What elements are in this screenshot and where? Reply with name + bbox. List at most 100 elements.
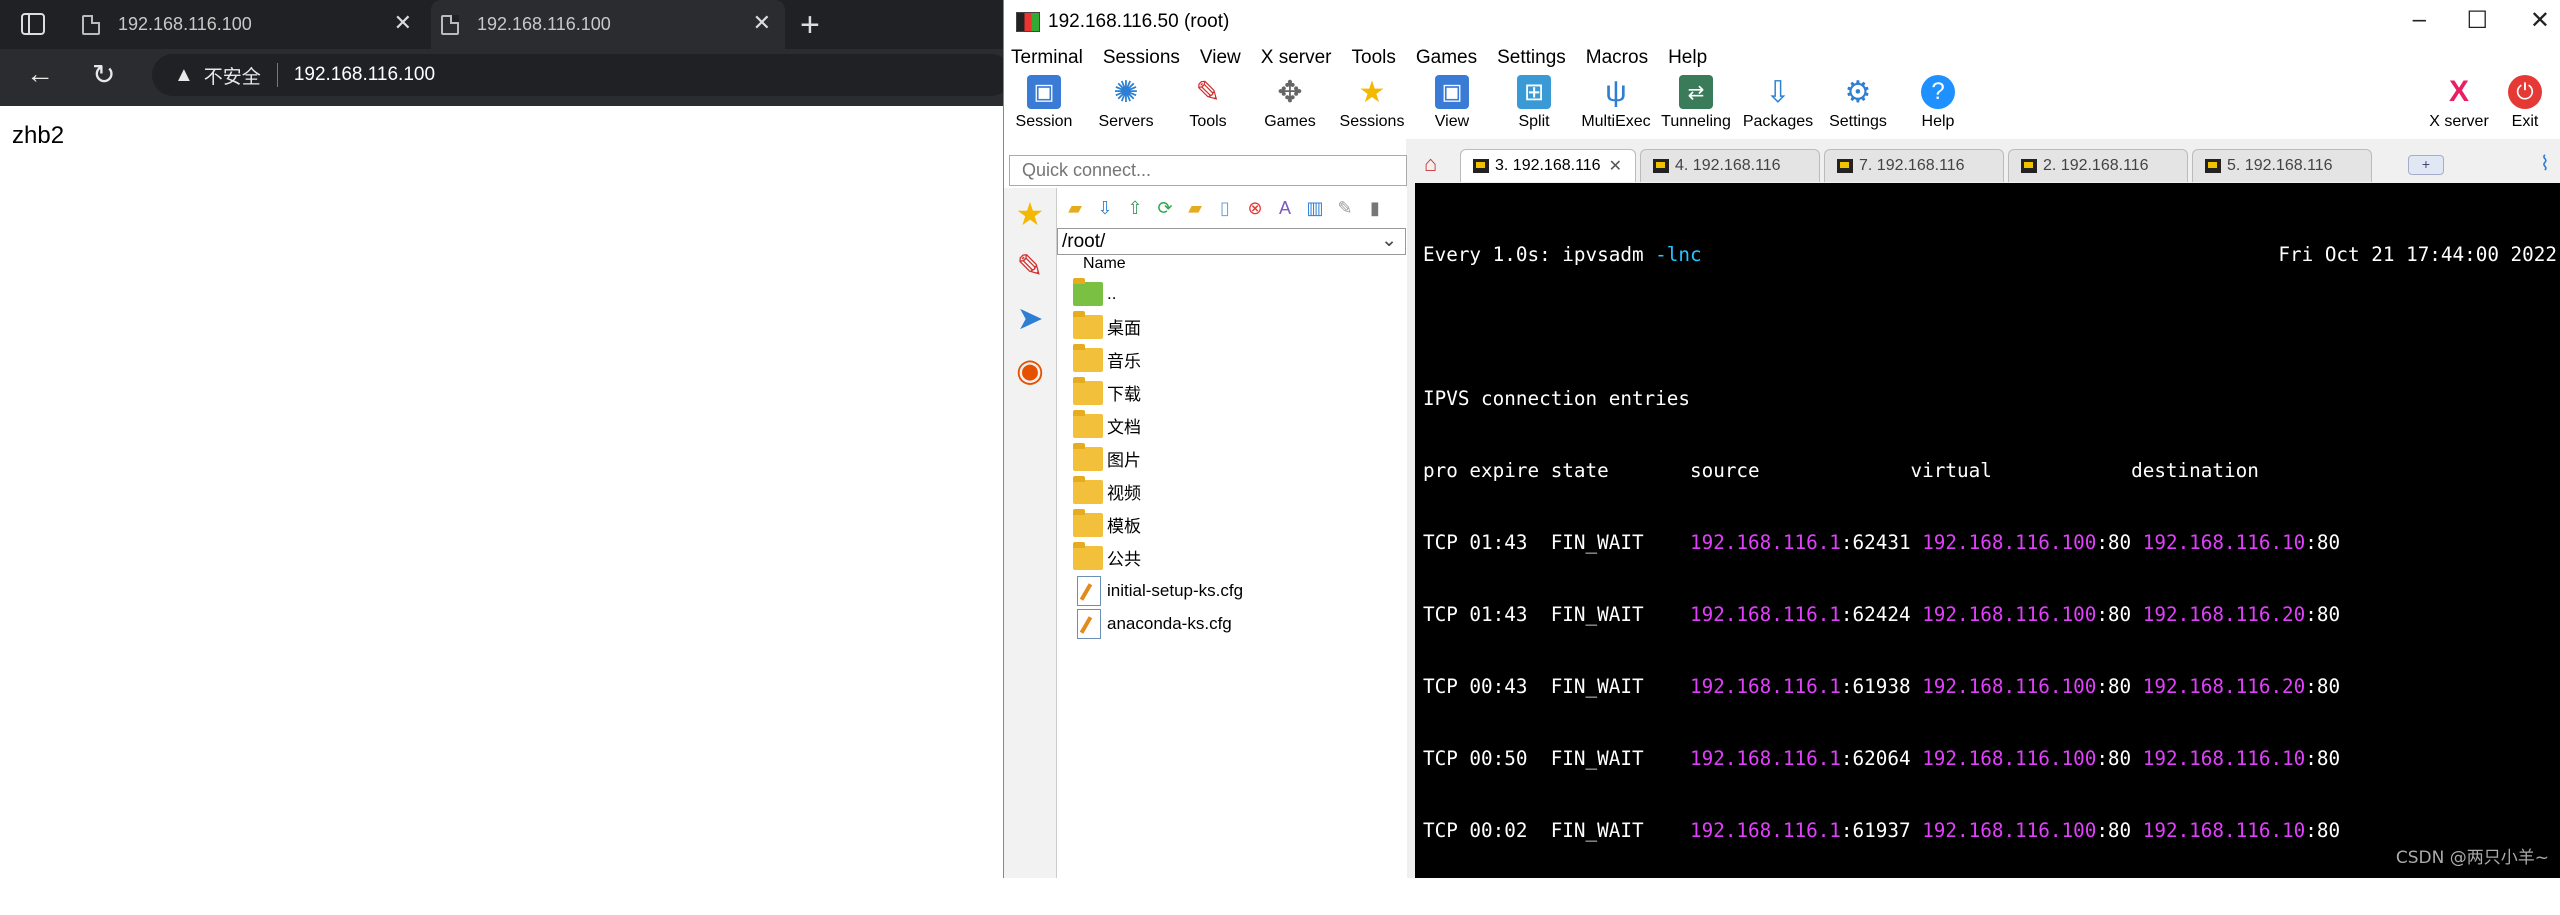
- session-tab[interactable]: 7. 192.168.116: [1824, 149, 2004, 182]
- terminal-row: TCP 01:43 FIN_WAIT 192.168.116.1:62424 1…: [1423, 603, 2341, 626]
- terminal-row: TCP 00:50 FIN_WAIT 192.168.116.1:62064 1…: [1423, 747, 2341, 770]
- title-bar: 192.168.116.50 (root) – ☐ ✕: [1004, 0, 2560, 44]
- power-icon: ⏻: [2508, 75, 2542, 109]
- browser-tab-active[interactable]: 192.168.116.100 ✕: [431, 0, 785, 49]
- back-icon[interactable]: ←: [26, 58, 54, 90]
- menu-settings[interactable]: Settings: [1497, 47, 1566, 69]
- session-tab[interactable]: 3. 192.168.116 ✕: [1460, 149, 1636, 182]
- window-title: 192.168.116.50 (root): [1048, 11, 1230, 32]
- more-icon[interactable]: ▮: [1363, 196, 1387, 220]
- minimize-icon[interactable]: –: [2413, 6, 2426, 34]
- menu-macros[interactable]: Macros: [1586, 47, 1648, 69]
- terminal-icon: [1473, 159, 1489, 173]
- new-tab-icon[interactable]: +: [800, 6, 820, 45]
- terminal-icon: [1837, 159, 1853, 173]
- tools-icon[interactable]: ✎: [1010, 246, 1050, 286]
- browser-tab[interactable]: 192.168.116.100 ✕: [72, 0, 426, 49]
- close-icon[interactable]: ✕: [2530, 6, 2550, 35]
- download-icon[interactable]: ⇩: [1093, 196, 1117, 220]
- home-icon[interactable]: ⌂: [1424, 151, 1437, 177]
- tools-icon: ✎: [1195, 75, 1221, 109]
- menu-help[interactable]: Help: [1668, 47, 1707, 69]
- split-button[interactable]: ⊞ Split: [1494, 75, 1574, 131]
- reload-icon[interactable]: ↻: [92, 58, 115, 91]
- menu-terminal[interactable]: Terminal: [1011, 47, 1083, 69]
- column-header-name[interactable]: Name: [1057, 255, 1407, 277]
- delete-icon[interactable]: ⊗: [1243, 196, 1267, 220]
- menu-xserver[interactable]: X server: [1261, 47, 1332, 69]
- url-text[interactable]: 192.168.116.100: [294, 64, 435, 86]
- browser-window: 192.168.116.100 ✕ 192.168.116.100 ✕ + ← …: [0, 0, 1012, 878]
- new-tab-icon[interactable]: +: [2408, 155, 2444, 175]
- new-file-icon[interactable]: ▯: [1213, 196, 1237, 220]
- view-button[interactable]: ▣ View: [1412, 75, 1492, 131]
- attach-icon[interactable]: ⌇: [2540, 151, 2550, 176]
- url-field[interactable]: ▲ 不安全 192.168.116.100: [152, 54, 1012, 96]
- upload-icon[interactable]: ⇧: [1123, 196, 1147, 220]
- packages-button[interactable]: ⇩ Packages: [1738, 75, 1818, 131]
- tab-actions-icon[interactable]: [20, 12, 46, 36]
- file-item[interactable]: anaconda-ks.cfg: [1057, 607, 1407, 640]
- terminal-line: Every 1.0s: ipvsadm -lnc Fri Oct 21 17:44…: [1423, 243, 2557, 266]
- new-folder-icon[interactable]: ▰: [1183, 196, 1207, 220]
- settings-button[interactable]: ⚙ Settings: [1818, 75, 1898, 131]
- help-icon: ?: [1921, 75, 1955, 109]
- file-item[interactable]: 音乐: [1057, 343, 1407, 376]
- terminal-line: pro expire state source virtual destinat…: [1423, 459, 2259, 482]
- security-label[interactable]: 不安全: [204, 62, 261, 89]
- file-item[interactable]: 桌面: [1057, 310, 1407, 343]
- terminal-output[interactable]: Every 1.0s: ipvsadm -lnc Fri Oct 21 17:44…: [1415, 183, 2560, 878]
- close-icon[interactable]: ✕: [1609, 156, 1622, 176]
- monitor-icon: ▣: [1027, 75, 1061, 109]
- xserver-button[interactable]: XX server: [2419, 75, 2499, 131]
- file-item[interactable]: ..: [1057, 277, 1407, 310]
- multiexec-button[interactable]: ψ MultiExec: [1576, 75, 1656, 131]
- terminal-icon: [2205, 159, 2221, 173]
- maximize-icon[interactable]: ☐: [2466, 6, 2488, 35]
- help-button[interactable]: ? Help: [1898, 75, 1978, 131]
- file-item[interactable]: 视频: [1057, 475, 1407, 508]
- session-button[interactable]: ▣ Session: [1004, 75, 1084, 131]
- sftp-icon[interactable]: ◉: [1010, 350, 1050, 390]
- folder-up-icon[interactable]: ▰: [1063, 196, 1087, 220]
- menu-games[interactable]: Games: [1416, 47, 1477, 69]
- sftp-toolbar: ▰ ⇩ ⇧ ⟳ ▰ ▯ ⊗ A ▥ ✎ ▮: [1057, 188, 1407, 228]
- sftp-browser: ▰ ⇩ ⇧ ⟳ ▰ ▯ ⊗ A ▥ ✎ ▮ /root/ ⌄ Name .. 桌…: [1057, 188, 1407, 878]
- terminal-line: IPVS connection entries: [1423, 387, 1690, 410]
- session-tab[interactable]: 4. 192.168.116: [1640, 149, 1820, 182]
- quick-connect-input[interactable]: [1009, 155, 1407, 186]
- session-tab[interactable]: 5. 192.168.116: [2192, 149, 2372, 182]
- sessions-star-icon[interactable]: ★: [1010, 194, 1050, 234]
- sync-icon[interactable]: ✎: [1333, 196, 1357, 220]
- file-icon: [1077, 575, 1101, 606]
- permissions-icon[interactable]: ▥: [1303, 196, 1327, 220]
- menu-view[interactable]: View: [1200, 47, 1241, 69]
- send-icon[interactable]: ➤: [1010, 298, 1050, 338]
- terminal-icon: [1653, 159, 1669, 173]
- warning-icon[interactable]: ▲: [174, 64, 194, 87]
- games-button[interactable]: ✥ Games: [1250, 75, 1330, 131]
- path-select[interactable]: /root/ ⌄: [1057, 228, 1406, 255]
- servers-button[interactable]: ✺ Servers: [1086, 75, 1166, 131]
- rename-icon[interactable]: A: [1273, 196, 1297, 220]
- refresh-icon[interactable]: ⟳: [1153, 196, 1177, 220]
- tools-button[interactable]: ✎ Tools: [1168, 75, 1248, 131]
- exit-button[interactable]: ⏻ Exit: [2494, 75, 2556, 131]
- toolbar: ▣ Session ✺ Servers ✎ Tools ✥ Games ★ Session…: [1004, 71, 2560, 139]
- menu-tools[interactable]: Tools: [1352, 47, 1396, 69]
- menu-bar: Terminal Sessions View X server Tools Ga…: [1004, 44, 2560, 71]
- file-item[interactable]: initial-setup-ks.cfg: [1057, 574, 1407, 607]
- menu-sessions[interactable]: Sessions: [1103, 47, 1180, 69]
- file-item[interactable]: 图片: [1057, 442, 1407, 475]
- tunneling-button[interactable]: ⇄ Tunneling: [1656, 75, 1736, 131]
- file-item[interactable]: 文档: [1057, 409, 1407, 442]
- file-item[interactable]: 模板: [1057, 508, 1407, 541]
- chevron-down-icon[interactable]: ⌄: [1381, 229, 1397, 252]
- session-tab[interactable]: 2. 192.168.116: [2008, 149, 2188, 182]
- file-item[interactable]: 下载: [1057, 376, 1407, 409]
- folder-icon: [1073, 310, 1103, 339]
- sessions-button[interactable]: ★ Sessions: [1332, 75, 1412, 131]
- file-item[interactable]: 公共: [1057, 541, 1407, 574]
- close-icon[interactable]: ✕: [394, 10, 412, 36]
- close-icon[interactable]: ✕: [753, 10, 771, 36]
